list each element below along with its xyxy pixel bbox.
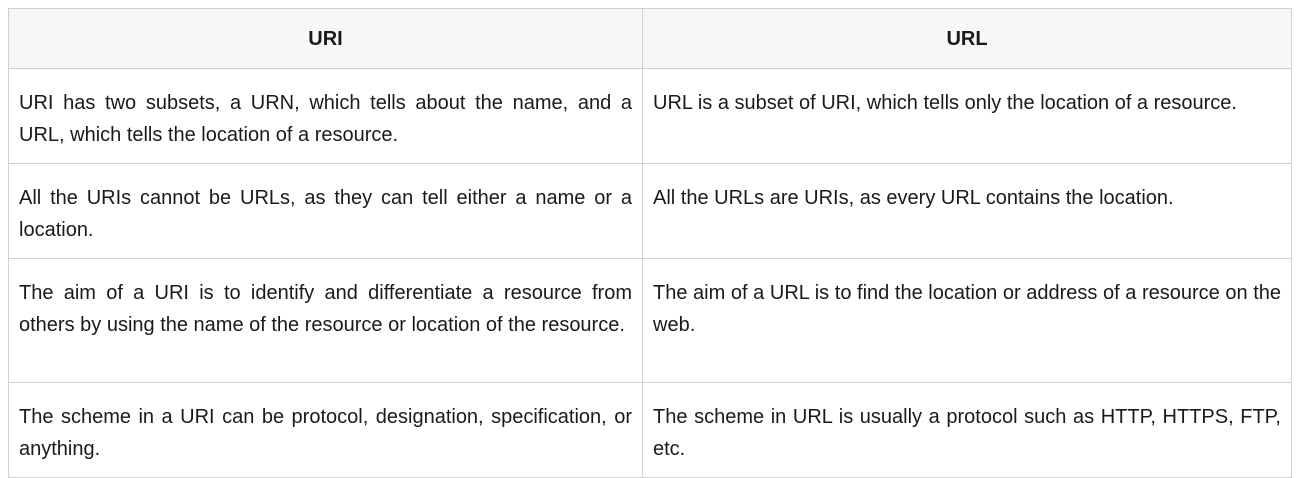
table-row: The aim of a URI is to identify and diff… [8,258,1292,383]
uri-cell: URI has two subsets, a URN, which tells … [8,68,643,164]
table-row: The scheme in a URI can be protocol, des… [8,382,1292,478]
uri-cell: The scheme in a URI can be protocol, des… [8,382,643,478]
uri-cell: The aim of a URI is to identify and diff… [8,258,643,383]
header-uri: URI [8,8,643,69]
table-row: All the URIs cannot be URLs, as they can… [8,163,1292,259]
table-row: URI has two subsets, a URN, which tells … [8,68,1292,164]
table-header-row: URI URL [8,8,1292,69]
comparison-table-container: URI URL URI has two subsets, a URN, whic… [8,8,1292,478]
url-cell: All the URLs are URIs, as every URL cont… [642,163,1292,259]
uri-url-comparison-table: URI URL URI has two subsets, a URN, whic… [8,8,1292,478]
url-cell: The scheme in URL is usually a protocol … [642,382,1292,478]
url-cell: The aim of a URL is to find the location… [642,258,1292,383]
url-cell: URL is a subset of URI, which tells only… [642,68,1292,164]
header-url: URL [642,8,1292,69]
uri-cell: All the URIs cannot be URLs, as they can… [8,163,643,259]
